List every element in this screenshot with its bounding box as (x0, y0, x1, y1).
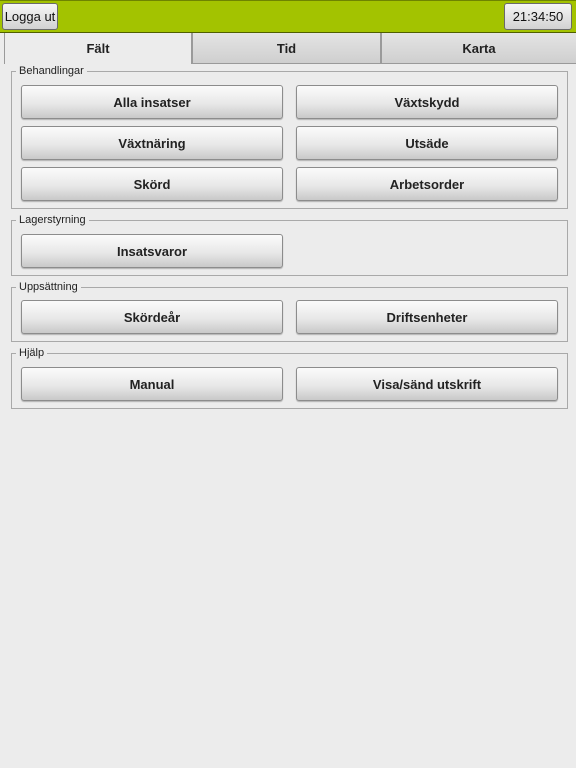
vaxtskydd-button[interactable]: Växtskydd (296, 85, 558, 119)
tab-karta[interactable]: Karta (381, 33, 576, 64)
group-title: Hjälp (16, 346, 48, 360)
tab-falt[interactable]: Fält (4, 33, 192, 64)
group-hjalp: Hjälp Manual Visa/sänd utskrift (11, 346, 568, 409)
group-title: Uppsättning (16, 280, 81, 294)
group-behandlingar: Behandlingar Alla insatser Växtskydd Väx… (11, 64, 568, 209)
app-window: Logga ut 21:34:50 Fält Tid Karta Behandl… (0, 0, 576, 768)
group-title: Behandlingar (16, 64, 87, 78)
clock-display: 21:34:50 (504, 3, 572, 30)
driftsenheter-button[interactable]: Driftsenheter (296, 300, 558, 334)
vaxtnaring-button[interactable]: Växtnäring (21, 126, 283, 160)
group-lagerstyrning: Lagerstyrning Insatsvaror (11, 213, 568, 276)
manual-button[interactable]: Manual (21, 367, 283, 401)
visa-sand-utskrift-button[interactable]: Visa/sänd utskrift (296, 367, 558, 401)
arbetsorder-button[interactable]: Arbetsorder (296, 167, 558, 201)
skordear-button[interactable]: Skördeår (21, 300, 283, 334)
logout-button[interactable]: Logga ut (2, 3, 58, 30)
group-title: Lagerstyrning (16, 213, 89, 227)
insatsvaror-button[interactable]: Insatsvaror (21, 234, 283, 268)
tab-tid[interactable]: Tid (192, 33, 381, 64)
alla-insatser-button[interactable]: Alla insatser (21, 85, 283, 119)
skord-button[interactable]: Skörd (21, 167, 283, 201)
group-uppsattning: Uppsättning Skördeår Driftsenheter (11, 280, 568, 342)
top-bar: Logga ut 21:34:50 (0, 0, 576, 33)
tab-bar: Fält Tid Karta (4, 33, 576, 64)
utsade-button[interactable]: Utsäde (296, 126, 558, 160)
